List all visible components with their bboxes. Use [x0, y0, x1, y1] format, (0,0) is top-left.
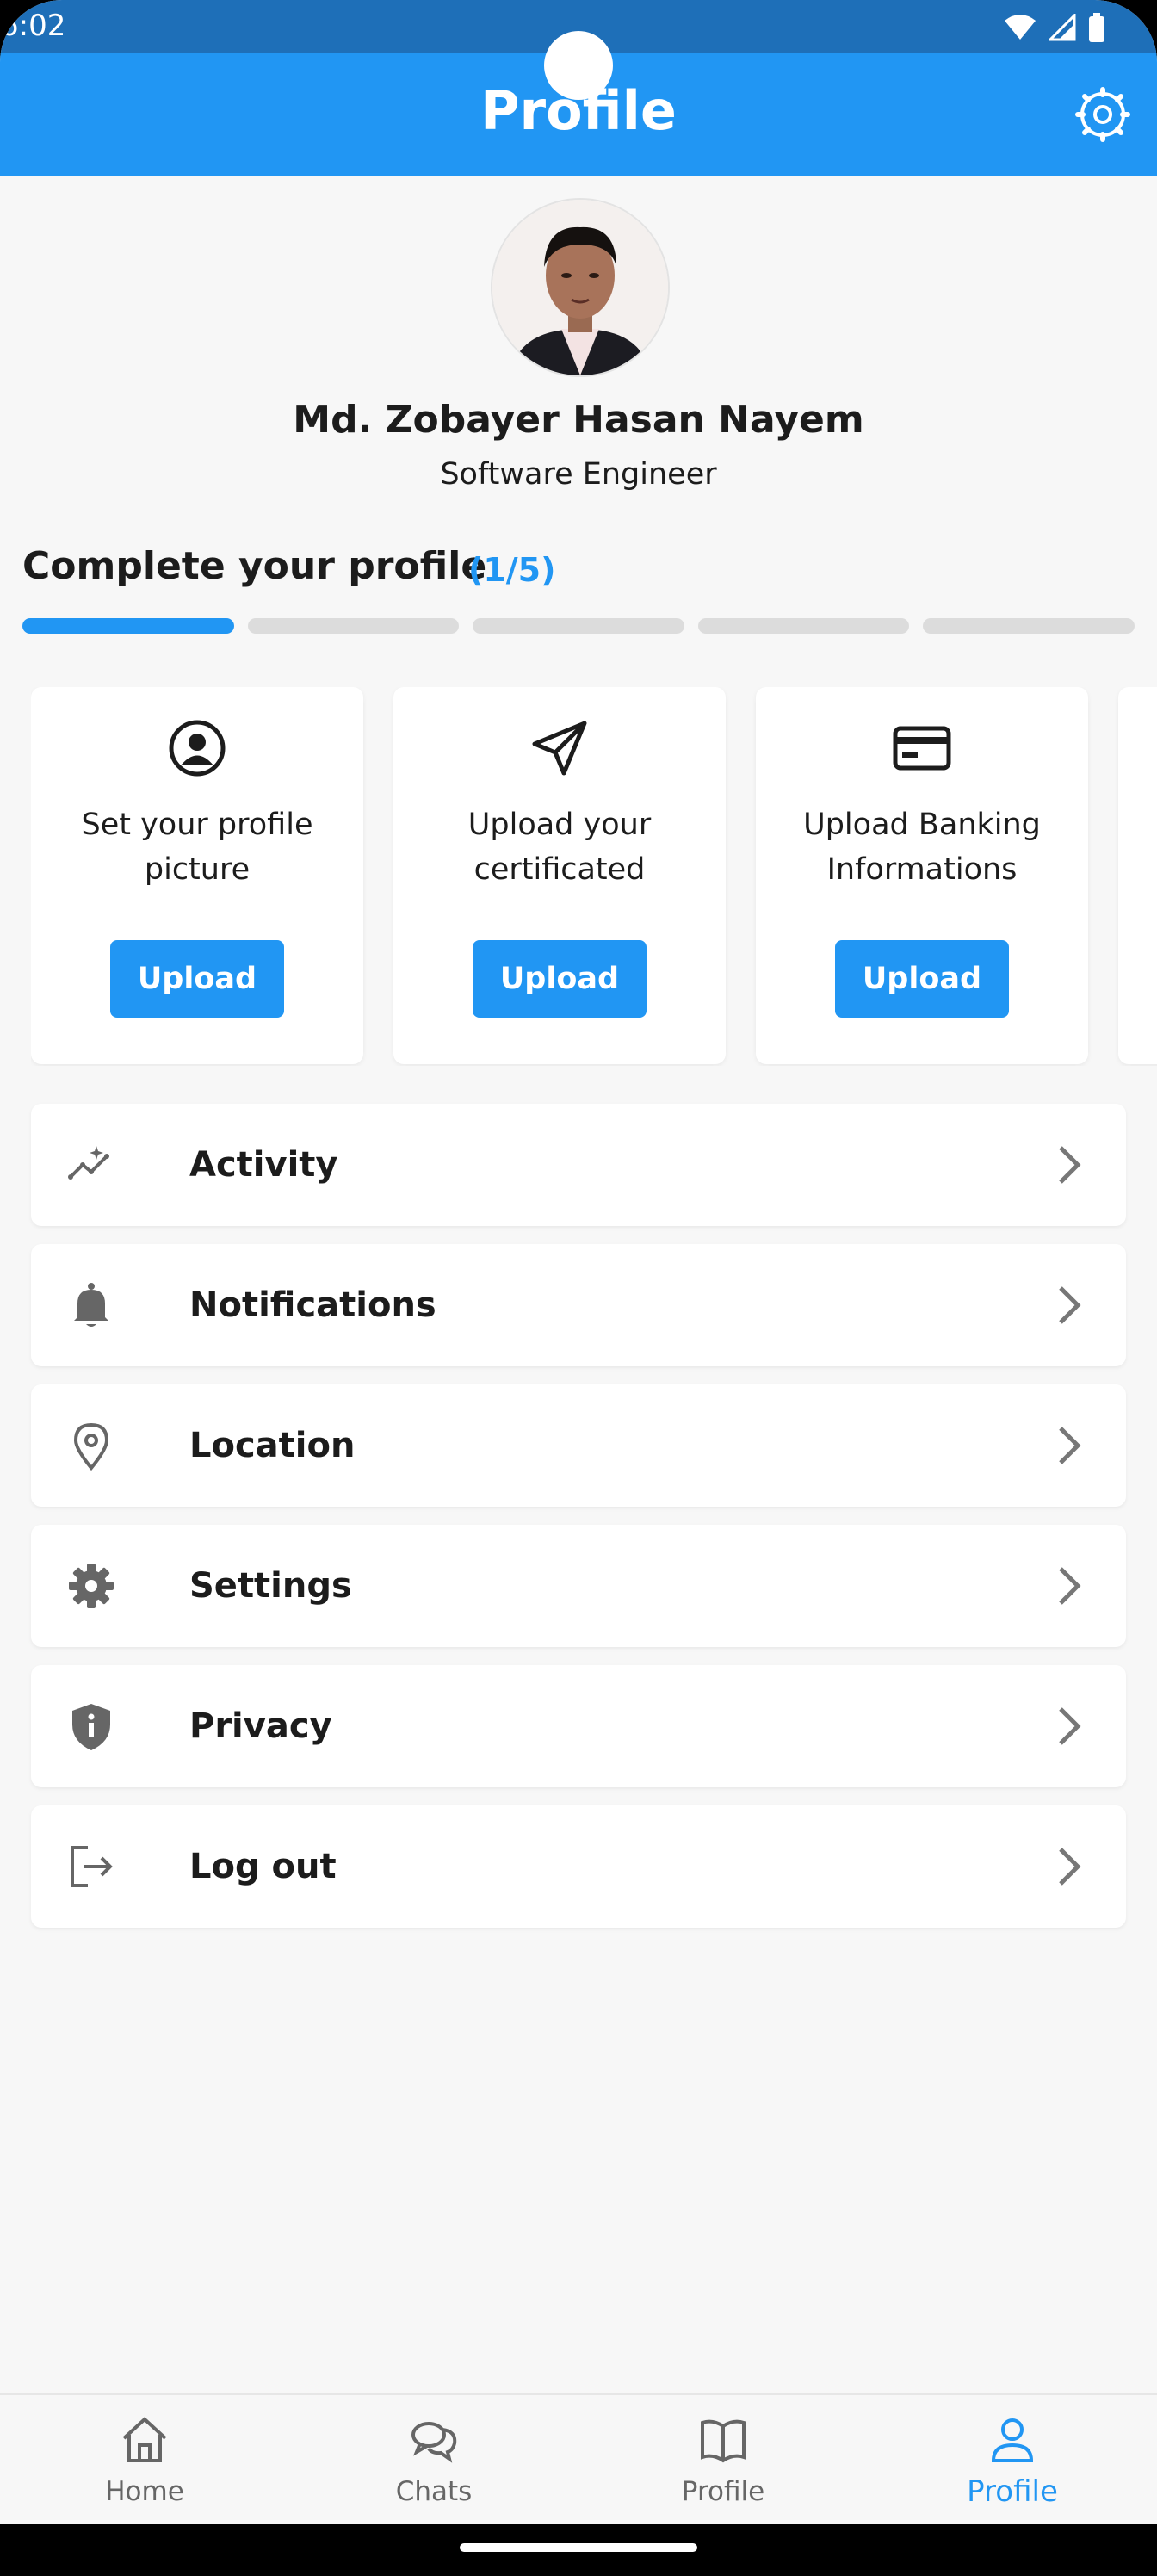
credit-card-icon — [893, 726, 951, 771]
chevron-right-icon — [1059, 1707, 1081, 1745]
activity-icon — [68, 1146, 109, 1180]
menu-item-activity[interactable]: Activity — [31, 1104, 1126, 1226]
status-icons — [1004, 10, 1105, 45]
avatar[interactable] — [491, 198, 670, 377]
menu-item-label: Activity — [189, 1145, 338, 1185]
send-icon — [532, 721, 587, 776]
chevron-right-icon — [1059, 1146, 1081, 1184]
nav-label: Home — [105, 2476, 184, 2507]
profile-progress-bar — [22, 618, 1135, 634]
chevron-right-icon — [1059, 1427, 1081, 1464]
task-cards[interactable]: Set your profile picture Upload Upload y… — [31, 687, 1157, 1066]
menu-item-label: Notifications — [189, 1285, 436, 1325]
menu-item-label: Privacy — [189, 1706, 332, 1746]
home-gesture-handle[interactable] — [460, 2543, 697, 2552]
avatar-photo — [492, 200, 668, 375]
settings-button[interactable] — [1074, 86, 1131, 143]
book-icon — [701, 2419, 746, 2463]
menu-item-label: Settings — [189, 1566, 352, 1606]
task-text: Set your profile picture — [81, 808, 313, 887]
bottom-navigation: Home Chats Profile Profile — [0, 2393, 1157, 2526]
chat-icon — [411, 2422, 457, 2463]
menu-item-label: Location — [189, 1426, 356, 1465]
nav-item-profile-book[interactable]: Profile — [578, 2395, 868, 2526]
chevron-right-icon — [1059, 1286, 1081, 1324]
nav-label: Chats — [395, 2476, 473, 2507]
profile-role: Software Engineer — [440, 457, 717, 492]
task-card-profile-picture: Set your profile picture Upload — [31, 687, 363, 1064]
gear-icon — [69, 1564, 114, 1608]
profile-name: Md. Zobayer Hasan Nayem — [293, 398, 864, 442]
wifi-icon — [1005, 15, 1036, 40]
status-time: 6:02 — [0, 9, 66, 43]
logout-icon — [71, 1846, 113, 1887]
task-card-next — [1118, 687, 1157, 1064]
nav-item-profile[interactable]: Profile — [868, 2395, 1157, 2526]
home-icon — [122, 2417, 167, 2462]
nav-item-home[interactable]: Home — [0, 2395, 289, 2526]
signal-icon — [1049, 14, 1076, 41]
task-text: Upload your certificated — [467, 808, 652, 887]
progress-segment — [22, 618, 234, 634]
menu-item-notifications[interactable]: Notifications — [31, 1244, 1126, 1366]
nav-label: Profile — [681, 2476, 765, 2507]
chevron-right-icon — [1059, 1848, 1081, 1886]
nav-item-chats[interactable]: Chats — [289, 2395, 578, 2526]
task-card-certificate: Upload your certificated Upload — [393, 687, 726, 1064]
progress-segment — [473, 618, 684, 634]
chevron-right-icon — [1059, 1567, 1081, 1605]
shield-icon — [72, 1704, 110, 1750]
location-pin-icon — [73, 1422, 109, 1471]
task-card-banking: Upload Banking Informations Upload — [756, 687, 1088, 1064]
menu-item-privacy[interactable]: Privacy — [31, 1665, 1126, 1787]
menu-item-logout[interactable]: Log out — [31, 1805, 1126, 1928]
nav-label: Profile — [967, 2474, 1058, 2509]
gesture-bar — [0, 2524, 1157, 2576]
upload-profile-picture-button[interactable]: Upload — [110, 940, 284, 1018]
complete-profile-count: (1/5) — [468, 551, 556, 589]
person-icon — [991, 2418, 1034, 2462]
menu-item-settings[interactable]: Settings — [31, 1525, 1126, 1647]
bell-icon — [74, 1283, 108, 1327]
upload-banking-button[interactable]: Upload — [835, 940, 1009, 1018]
menu-item-label: Log out — [189, 1847, 337, 1886]
progress-segment — [923, 618, 1135, 634]
task-text: Upload Banking Informations — [803, 808, 1041, 887]
settings-icon — [1075, 87, 1130, 142]
profile-screen: 6:02 Profile Md. Zobayer Hasan Nayem Sof… — [0, 0, 1157, 2576]
menu-item-location[interactable]: Location — [31, 1384, 1126, 1507]
battery-icon — [1089, 13, 1104, 42]
progress-segment — [247, 618, 460, 634]
complete-profile-title: Complete your profile — [22, 544, 487, 588]
progress-segment — [697, 618, 910, 634]
upload-certificate-button[interactable]: Upload — [473, 940, 647, 1018]
user-circle-icon — [169, 720, 226, 777]
camera-cutout — [544, 31, 613, 100]
